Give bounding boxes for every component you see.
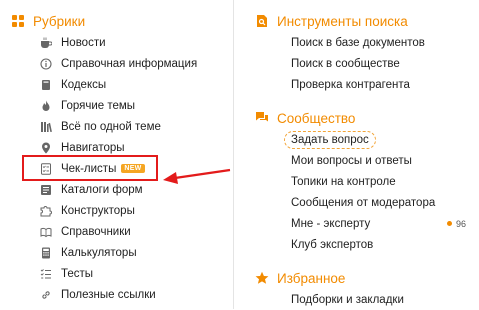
rubric-label: Калькуляторы xyxy=(61,246,137,259)
flame-icon xyxy=(40,100,52,112)
link-search-community[interactable]: Поиск в сообществе xyxy=(254,53,474,74)
rubric-label: Полезные ссылки xyxy=(61,288,156,301)
rubric-item-checklists[interactable]: Чек-листы NEW xyxy=(10,158,225,179)
rubric-item-tests[interactable]: Тесты xyxy=(10,263,225,284)
rubric-item-codes[interactable]: Кодексы xyxy=(10,74,225,95)
form-catalog-icon xyxy=(40,184,52,196)
rubric-item-useful-links[interactable]: Полезные ссылки xyxy=(10,284,225,305)
expert-count-value: 96 xyxy=(456,218,467,229)
rubrics-header: Рубрики xyxy=(10,10,225,32)
link-to-expert-label: Мне - эксперту xyxy=(291,217,371,230)
search-tools-header: Инструменты поиска xyxy=(254,10,474,32)
info-circle-icon xyxy=(40,57,52,70)
rubric-item-news[interactable]: Новости xyxy=(10,32,225,53)
link-collections-bookmarks[interactable]: Подборки и закладки xyxy=(254,289,474,310)
search-tools-title: Инструменты поиска xyxy=(277,13,408,29)
rubric-item-navigators[interactable]: Навигаторы xyxy=(10,137,225,158)
checklist-icon xyxy=(40,162,52,175)
rubric-label: Справочники xyxy=(61,225,131,238)
rubric-label: Конструкторы xyxy=(61,204,135,217)
rubrics-column: Рубрики Новости Справочная информация Ко… xyxy=(10,10,225,305)
rubrics-title: Рубрики xyxy=(33,13,86,29)
link-to-expert[interactable]: Мне - эксперту 96 xyxy=(254,213,474,234)
calculator-icon xyxy=(40,247,52,259)
link-moderator-messages[interactable]: Сообщения от модератора xyxy=(254,192,474,213)
favorites-header: Избранное xyxy=(254,267,474,289)
book-icon xyxy=(40,79,52,91)
community-list: Задать вопрос Мои вопросы и ответы Топик… xyxy=(254,129,474,255)
link-search-documents[interactable]: Поиск в базе документов xyxy=(254,32,474,53)
ask-question-item: Задать вопрос xyxy=(254,129,474,150)
link-icon xyxy=(40,289,52,301)
rubric-label: Всё по одной теме xyxy=(61,120,161,133)
rubric-item-one-topic[interactable]: Всё по одной теме xyxy=(10,116,225,137)
location-pin-icon xyxy=(40,142,52,154)
link-my-questions[interactable]: Мои вопросы и ответы xyxy=(254,150,474,171)
rubric-label: Справочная информация xyxy=(61,57,198,70)
rubric-label: Каталоги форм xyxy=(61,183,143,196)
rubric-label: Новости xyxy=(61,36,106,49)
rubric-item-hot-topics[interactable]: Горячие темы xyxy=(10,95,225,116)
rubric-label: Чек-листы xyxy=(61,162,117,175)
list-test-icon xyxy=(40,268,52,280)
library-books-icon xyxy=(40,121,52,133)
rubric-item-form-catalogs[interactable]: Каталоги форм xyxy=(10,179,225,200)
community-header: Сообщество xyxy=(254,107,474,129)
rubric-label: Кодексы xyxy=(61,78,107,91)
open-book-icon xyxy=(40,226,52,238)
rubric-label: Навигаторы xyxy=(61,141,125,154)
new-badge: NEW xyxy=(121,164,145,173)
link-experts-club[interactable]: Клуб экспертов xyxy=(254,234,474,255)
puzzle-icon xyxy=(40,205,52,217)
community-title: Сообщество xyxy=(277,110,356,126)
favorites-title: Избранное xyxy=(277,270,346,286)
column-divider xyxy=(233,0,234,309)
coffee-cup-icon xyxy=(40,37,52,49)
ask-question-button[interactable]: Задать вопрос xyxy=(284,130,376,149)
favorites-list: Подборки и закладки xyxy=(254,289,474,310)
link-check-counterparty[interactable]: Проверка контрагента xyxy=(254,74,474,95)
chat-bubbles-icon xyxy=(254,110,270,126)
grid-icon xyxy=(10,13,26,29)
rubric-label: Горячие темы xyxy=(61,99,136,112)
expert-count: 96 xyxy=(447,219,466,229)
rubric-item-handbooks[interactable]: Справочники xyxy=(10,221,225,242)
rubrics-list: Новости Справочная информация Кодексы Го… xyxy=(10,32,225,305)
search-tools-list: Поиск в базе документов Поиск в сообщест… xyxy=(254,32,474,95)
rubric-item-constructors[interactable]: Конструкторы xyxy=(10,200,225,221)
rubric-label: Тесты xyxy=(61,267,94,280)
rubric-item-calculators[interactable]: Калькуляторы xyxy=(10,242,225,263)
rubric-item-reference-info[interactable]: Справочная информация xyxy=(10,53,225,74)
link-watched-topics[interactable]: Топики на контроле xyxy=(254,171,474,192)
search-doc-icon xyxy=(254,13,270,29)
dot-icon xyxy=(447,221,452,226)
tools-column: Инструменты поиска Поиск в базе документ… xyxy=(254,10,474,310)
star-icon xyxy=(254,270,270,286)
